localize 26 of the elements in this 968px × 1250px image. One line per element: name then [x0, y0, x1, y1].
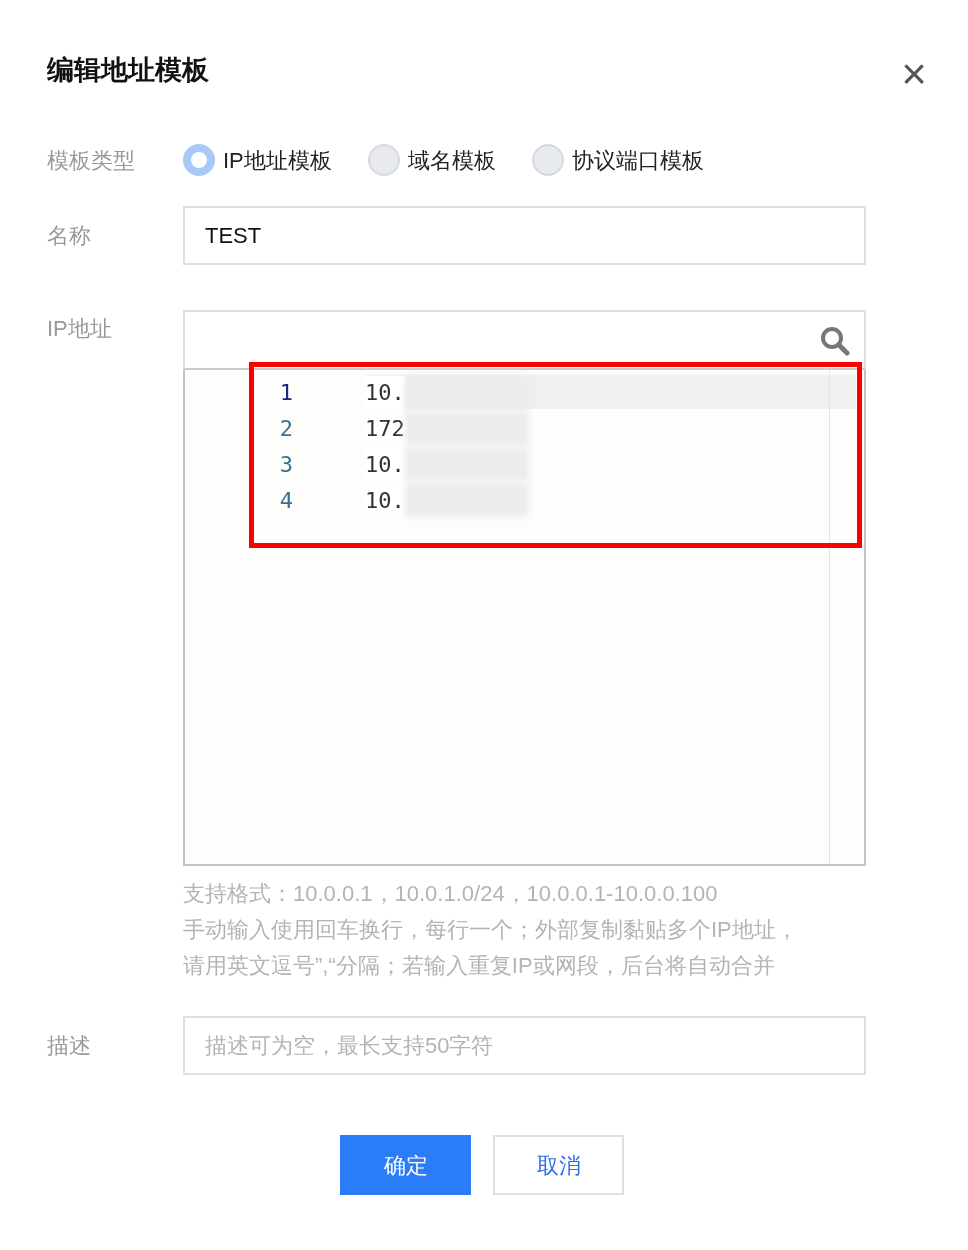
dialog-title: 编辑地址模板 [47, 54, 209, 87]
cancel-button[interactable]: 取消 [493, 1135, 624, 1195]
radio-option[interactable]: 域名模板 [367, 143, 496, 177]
field-label: IP地址 [47, 315, 113, 343]
radio-option[interactable]: IP地址模板 [183, 143, 332, 177]
code-editor[interactable]: 1 10. 2 172 3 10. 4 10. [183, 370, 866, 866]
help-text: 手动输入使用回车换行，每行一个；外部复制黏贴多个IP地址， [183, 916, 799, 944]
name-input[interactable]: TEST [183, 206, 866, 265]
help-text: 支持格式：10.0.0.1，10.0.1.0/24，10.0.0.1-10.0.0.100 [183, 880, 719, 908]
radio-button[interactable] [183, 144, 215, 176]
radio-option[interactable]: 协议端口模板 [531, 143, 704, 177]
description-input[interactable]: 描述可为空，最长支持50字符 [183, 1016, 866, 1075]
close-button[interactable]: × [901, 52, 927, 96]
radio-button[interactable] [531, 144, 564, 176]
line-number: 4 [278, 486, 294, 515]
line-number: 1 [278, 378, 294, 407]
field-label: 名称 [47, 222, 92, 250]
search-icon[interactable] [820, 326, 850, 356]
field-label: 描述 [47, 1032, 92, 1060]
search-bar[interactable] [183, 310, 866, 370]
help-text: 请用英文逗号”,“分隔；若输入重复IP或网段，后台将自动合并 [183, 952, 776, 980]
radio-button[interactable] [367, 144, 400, 176]
confirm-button[interactable]: 确定 [340, 1135, 471, 1195]
field-label: 模板类型 [47, 146, 136, 175]
line-number: 3 [278, 450, 294, 479]
line-number: 2 [278, 414, 294, 443]
